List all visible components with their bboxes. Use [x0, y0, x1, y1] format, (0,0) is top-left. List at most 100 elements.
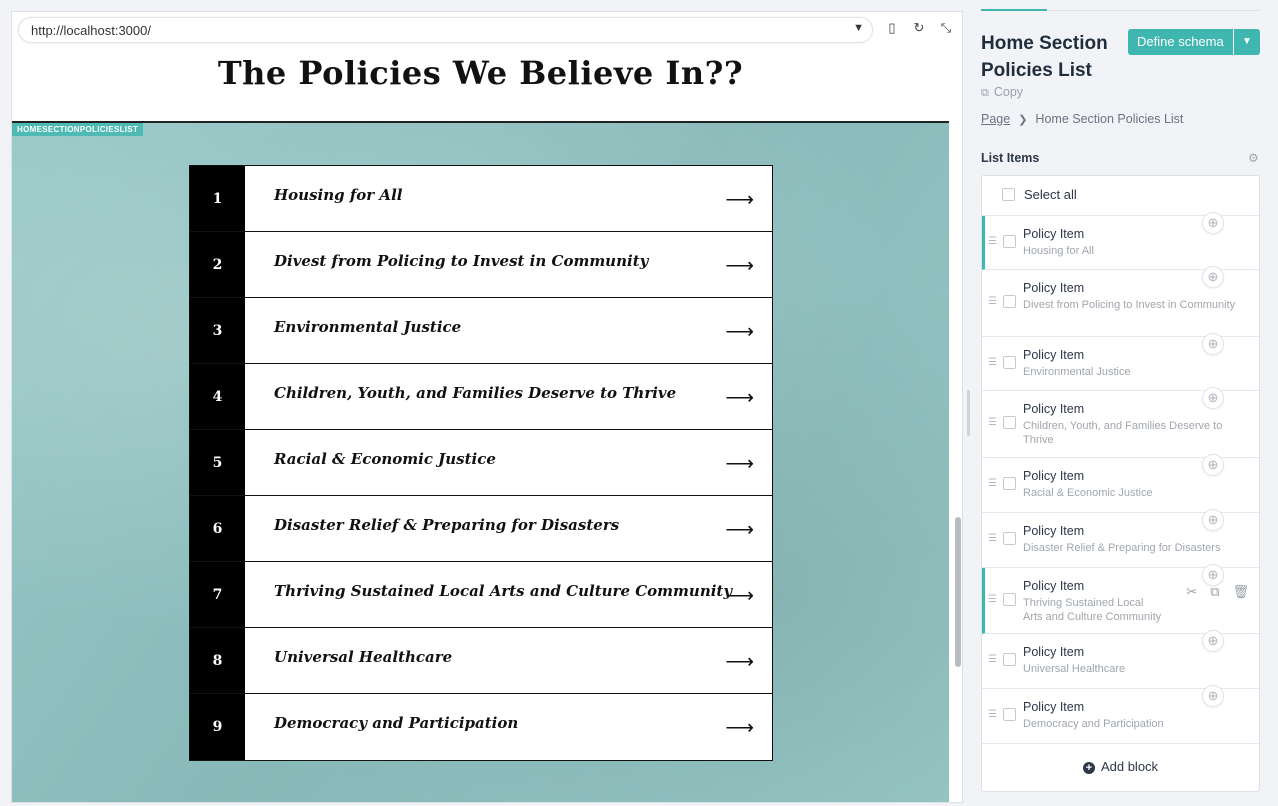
policy-name[interactable]: Universal Healthcare — [274, 648, 452, 666]
item-title: Policy Item — [1023, 469, 1085, 483]
trash-icon[interactable]: 🗑 — [1232, 584, 1249, 600]
policy-number: 6 — [190, 496, 245, 561]
plus-circle-icon[interactable]: ⊕ — [1202, 387, 1224, 409]
preview-scrollbar[interactable] — [955, 517, 961, 667]
policies-section[interactable]: HOMESECTIONPOLICIESLIST 1 Housing for All… — [12, 121, 949, 802]
drag-handle-icon[interactable]: ☰ — [988, 533, 997, 544]
item-checkbox[interactable] — [1003, 416, 1016, 429]
policy-name[interactable]: Children, Youth, and Families Deserve to… — [274, 384, 676, 402]
chevron-down-icon[interactable]: ▼ — [853, 22, 864, 34]
item-checkbox[interactable] — [1003, 593, 1016, 606]
drag-handle-icon[interactable]: ☰ — [988, 296, 997, 307]
page-title: The Policies We Believe In?? — [217, 54, 744, 92]
select-all-row[interactable]: Select all — [982, 176, 1259, 216]
component-title: Home Section Policies List — [981, 33, 1108, 81]
item-subtitle: Housing for All — [1023, 245, 1094, 257]
pane-resize-handle[interactable] — [967, 390, 970, 436]
item-subtitle: Universal Healthcare — [1023, 663, 1126, 675]
chevron-down-icon[interactable]: ▼ — [1234, 29, 1260, 55]
plus-circle-icon[interactable]: ⊕ — [1202, 685, 1224, 707]
policy-name[interactable]: Disaster Relief & Preparing for Disaster… — [274, 516, 619, 534]
plus-circle-icon[interactable]: ⊕ — [1202, 212, 1224, 234]
item-checkbox[interactable] — [1003, 295, 1016, 308]
policy-name[interactable]: Racial & Economic Justice — [274, 450, 496, 468]
policy-name[interactable]: Housing for All — [274, 186, 402, 204]
drag-handle-icon[interactable]: ☰ — [988, 594, 997, 605]
policy-number: 4 — [190, 364, 245, 429]
drag-handle-icon[interactable]: ☰ — [988, 654, 997, 665]
arrow-right-icon[interactable]: ⟶ — [725, 583, 754, 608]
policy-row[interactable]: 5 Racial & Economic Justice ⟶ — [190, 430, 772, 496]
policy-number: 7 — [190, 562, 245, 627]
item-actions: ✂ ⧉ 🗑 — [1186, 584, 1249, 600]
arrow-right-icon[interactable]: ⟶ — [725, 451, 754, 476]
duplicate-icon[interactable]: ⧉ — [1210, 584, 1219, 600]
item-title: Policy Item — [1023, 227, 1085, 241]
plus-circle-icon[interactable]: ⊕ — [1202, 266, 1224, 288]
arrow-right-icon[interactable]: ⟶ — [725, 253, 754, 278]
select-all-checkbox[interactable] — [1002, 188, 1015, 201]
drag-handle-icon[interactable]: ☰ — [988, 478, 997, 489]
item-subtitle: Democracy and Participation — [1023, 718, 1164, 730]
drag-handle-icon[interactable]: ☰ — [988, 357, 997, 368]
add-block-label: Add block — [1100, 759, 1159, 774]
mobile-device-icon[interactable]: ▯ — [883, 20, 901, 36]
policy-row[interactable]: 2 Divest from Policing to Invest in Commu… — [190, 232, 772, 298]
item-checkbox[interactable] — [1003, 235, 1016, 248]
copy-button[interactable]: ⧉ Copy — [981, 85, 1023, 100]
url-text[interactable]: http://localhost:3000/ — [31, 23, 151, 38]
list-items-panel: Select all ☰ Policy Item Housing for All ⊕ ☰… — [981, 175, 1260, 792]
plus-circle-icon[interactable]: ⊕ — [1202, 454, 1224, 476]
item-checkbox[interactable] — [1003, 708, 1016, 721]
item-checkbox[interactable] — [1003, 653, 1016, 666]
policy-row[interactable]: 7 Thriving Sustained Local Arts and Cultu… — [190, 562, 772, 628]
policy-row[interactable]: 4 Children, Youth, and Families Deserve t… — [190, 364, 772, 430]
section-tag[interactable]: HOMESECTIONPOLICIESLIST — [12, 123, 144, 136]
plus-circle-icon[interactable]: ⊕ — [1202, 630, 1224, 652]
policy-row[interactable]: 8 Universal Healthcare ⟶ — [190, 628, 772, 694]
add-block-button[interactable]: + Add block — [982, 743, 1259, 791]
policy-row[interactable]: 6 Disaster Relief & Preparing for Disaste… — [190, 496, 772, 562]
plus-circle-icon[interactable]: ⊕ — [1202, 509, 1224, 531]
item-checkbox[interactable] — [1003, 356, 1016, 369]
arrow-right-icon[interactable]: ⟶ — [725, 187, 754, 212]
item-checkbox[interactable] — [1003, 532, 1016, 545]
gear-icon[interactable]: ⚙ — [1248, 151, 1259, 165]
policy-number: 3 — [190, 298, 245, 363]
item-subtitle: Divest from Policing to Invest in Commun… — [1023, 299, 1236, 311]
scissors-icon[interactable]: ✂ — [1186, 584, 1197, 600]
reload-icon[interactable]: ↻ — [910, 20, 928, 36]
arrow-right-icon[interactable]: ⟶ — [725, 385, 754, 410]
drag-handle-icon[interactable]: ☰ — [988, 417, 997, 428]
url-bar[interactable]: http://localhost:3000/ ▼ — [18, 17, 873, 43]
arrow-right-icon[interactable]: ⟶ — [725, 517, 754, 542]
policy-number: 5 — [190, 430, 245, 495]
policy-name[interactable]: Democracy and Participation — [274, 714, 518, 732]
arrow-right-icon[interactable]: ⟶ — [725, 319, 754, 344]
policy-number: 8 — [190, 628, 245, 693]
item-checkbox[interactable] — [1003, 477, 1016, 490]
define-schema-button[interactable]: Define schema — [1128, 29, 1233, 55]
drag-handle-icon[interactable]: ☰ — [988, 709, 997, 720]
breadcrumb-page-link[interactable]: Page — [981, 112, 1010, 126]
policy-number: 9 — [190, 694, 245, 760]
policy-name[interactable]: Environmental Justice — [274, 318, 461, 336]
list-items-label: List Items — [981, 151, 1040, 165]
policy-row[interactable]: 1 Housing for All ⟶ — [190, 166, 772, 232]
plus-circle-icon[interactable]: ⊕ — [1202, 333, 1224, 355]
select-all-label: Select all — [1024, 187, 1077, 202]
drag-handle-icon[interactable]: ☰ — [988, 236, 997, 247]
plus-circle-icon[interactable]: ⊕ — [1202, 564, 1224, 586]
policy-name[interactable]: Thriving Sustained Local Arts and Cultur… — [274, 582, 732, 600]
policy-row[interactable]: 3 Environmental Justice ⟶ — [190, 298, 772, 364]
policy-row[interactable]: 9 Democracy and Participation ⟶ — [190, 694, 772, 760]
policy-list: 1 Housing for All ⟶ 2 Divest from Policing t… — [189, 165, 773, 761]
copy-label: Copy — [993, 85, 1024, 99]
arrow-right-icon[interactable]: ⟶ — [725, 649, 754, 674]
policy-number: 2 — [190, 232, 245, 297]
arrow-right-icon[interactable]: ⟶ — [725, 715, 754, 740]
breadcrumb: Page ❯ Home Section Policies List — [981, 112, 1183, 126]
collapse-icon[interactable]: ⤡ — [937, 20, 955, 36]
item-title: Policy Item — [1023, 402, 1085, 416]
policy-name[interactable]: Divest from Policing to Invest in Commun… — [274, 252, 648, 270]
